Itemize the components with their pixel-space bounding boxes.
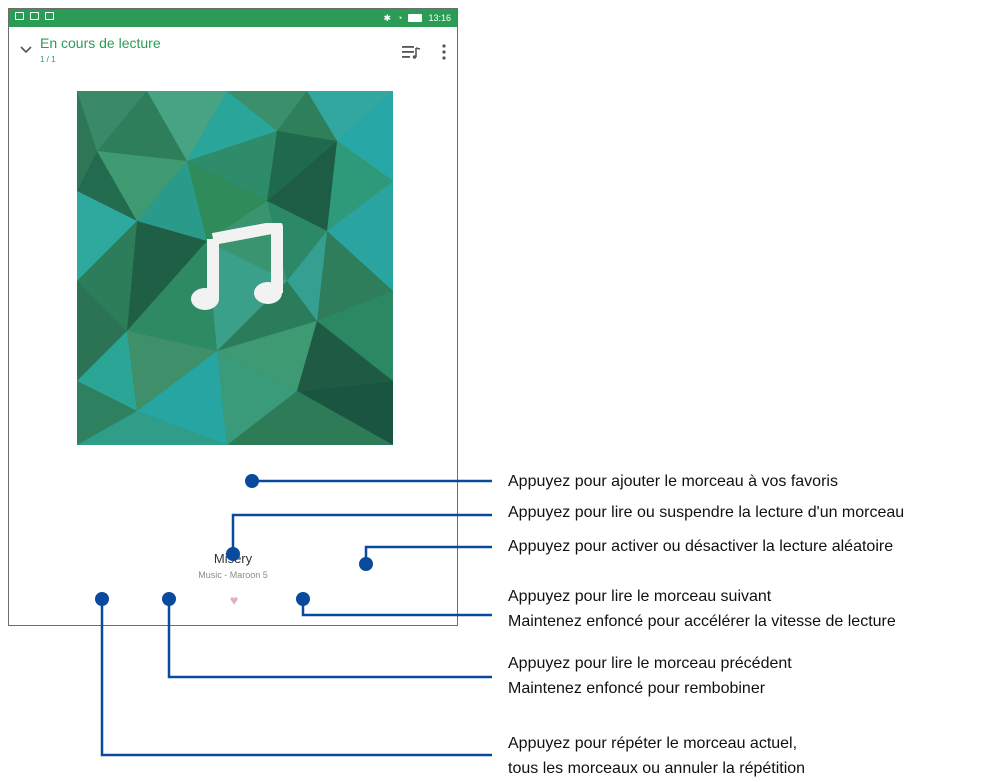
callout-next-line1: Appuyez pour lire le morceau suivant [508,588,772,605]
previous-hotspot [162,592,176,606]
callout-favorite: Appuyez pour ajouter le morceau à vos fa… [508,473,838,490]
repeat-hotspot [95,592,109,606]
callout-shuffle: Appuyez pour activer ou désactiver la le… [508,538,894,555]
shuffle-hotspot [359,557,373,571]
callout-repeat-line1: Appuyez pour répéter le morceau actuel, [508,735,798,752]
callout-previous-line2: Maintenez enfoncé pour rembobiner [508,680,766,697]
callout-next-line2: Maintenez enfoncé pour accélérer la vite… [508,613,896,630]
next-hotspot [296,592,310,606]
play-pause-hotspot [226,547,240,561]
callout-play-pause: Appuyez pour lire ou suspendre la lectur… [508,504,905,521]
callout-repeat-line2: tous les morceaux ou annuler la répétiti… [508,760,806,777]
favorite-hotspot [245,474,259,488]
callout-previous-line1: Appuyez pour lire le morceau précédent [508,655,792,672]
callout-lines [95,474,492,757]
